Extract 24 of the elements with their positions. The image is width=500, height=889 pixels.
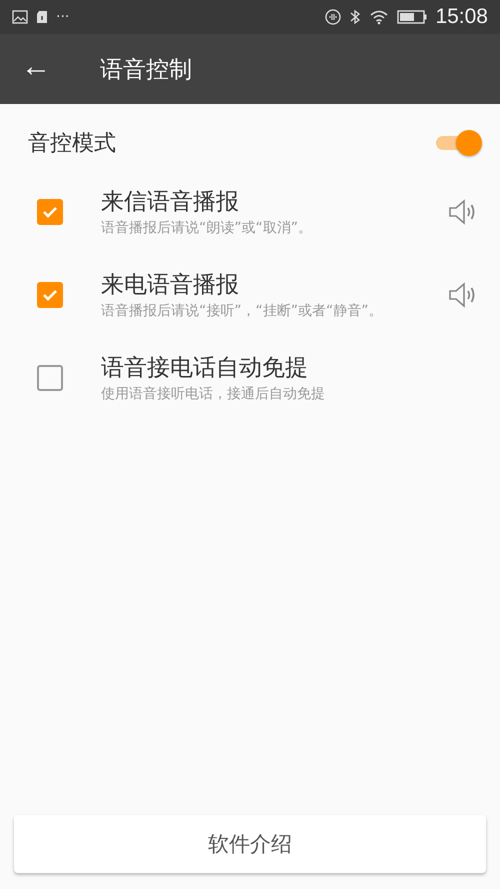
option-title: 来信语音播报 (101, 188, 240, 217)
clock: 15:08 (435, 5, 488, 29)
option-description: 使用语音接听电话，接通后自动免提 (101, 385, 326, 403)
setting-label: 音控模式 (28, 130, 116, 158)
checkbox[interactable] (37, 198, 63, 224)
bluetooth-icon (349, 9, 362, 25)
toggle-switch[interactable] (434, 128, 482, 158)
option-title: 来电语音播报 (101, 271, 240, 300)
option-description: 语音播报后请说“朗读”或“取消”。 (101, 219, 314, 237)
battery-icon (397, 10, 428, 24)
option-title: 语音接电话自动免提 (101, 354, 309, 383)
page-title: 语音控制 (100, 56, 192, 84)
image-icon (12, 10, 28, 24)
checkbox[interactable] (37, 364, 63, 390)
option-description: 语音播报后请说“接听”，“挂断”或者“静音”。 (101, 302, 384, 320)
checkbox[interactable] (37, 282, 63, 308)
back-button[interactable]: ← (0, 50, 72, 88)
software-intro-button[interactable]: 软件介绍 (14, 815, 486, 873)
check-icon (42, 204, 58, 218)
sd-card-icon (36, 10, 48, 24)
voice-icon (325, 9, 342, 25)
wifi-icon (369, 9, 390, 25)
check-icon (42, 288, 58, 302)
more-notifications: ··· (56, 9, 70, 25)
